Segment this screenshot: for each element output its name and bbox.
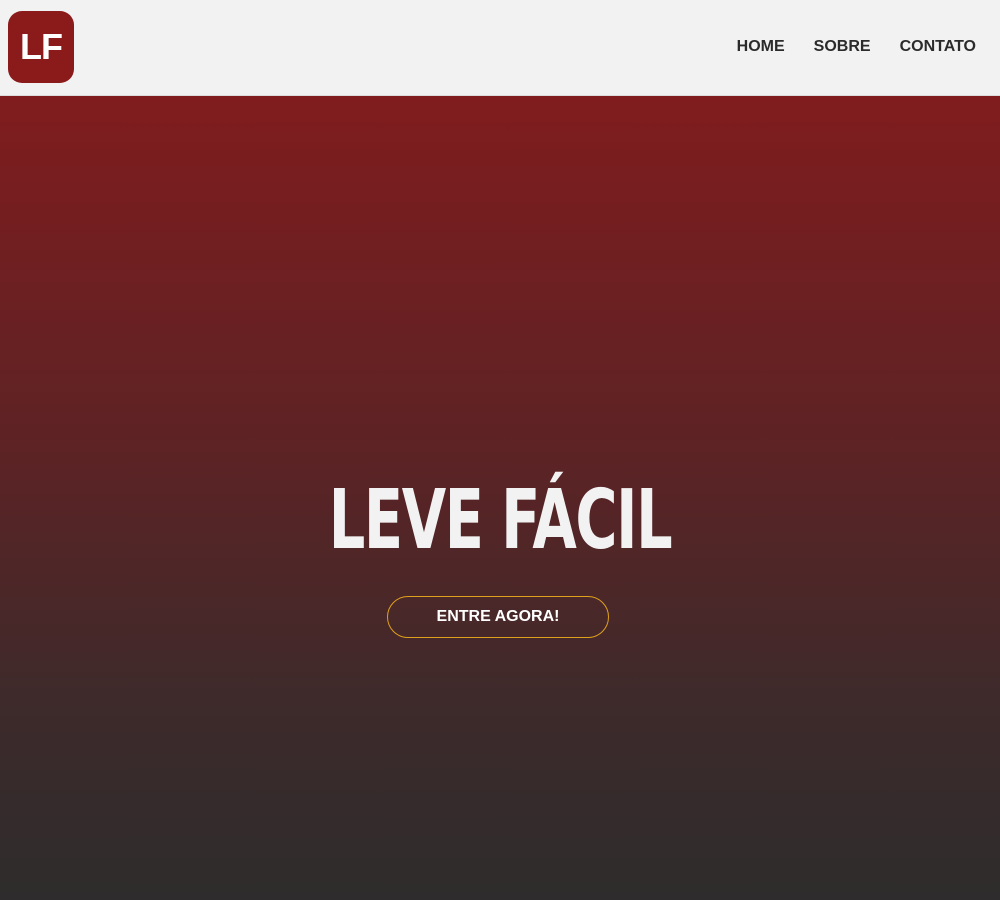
cta-button[interactable]: ENTRE AGORA!	[387, 596, 609, 638]
nav-link-home[interactable]: HOME	[737, 38, 785, 56]
logo[interactable]: LF	[8, 11, 74, 83]
logo-text: LF	[20, 26, 63, 67]
nav-link-sobre[interactable]: SOBRE	[814, 38, 871, 56]
nav-link-contato[interactable]: CONTATO	[900, 38, 976, 56]
hero-section: LEVE FÁCIL ENTRE AGORA!	[0, 96, 1000, 900]
main-nav: HOME SOBRE CONTATO	[737, 38, 976, 56]
hero-title: LEVE FÁCIL	[328, 473, 673, 568]
cta-button-label: ENTRE AGORA!	[436, 608, 560, 625]
site-header: LF HOME SOBRE CONTATO	[0, 0, 1000, 96]
